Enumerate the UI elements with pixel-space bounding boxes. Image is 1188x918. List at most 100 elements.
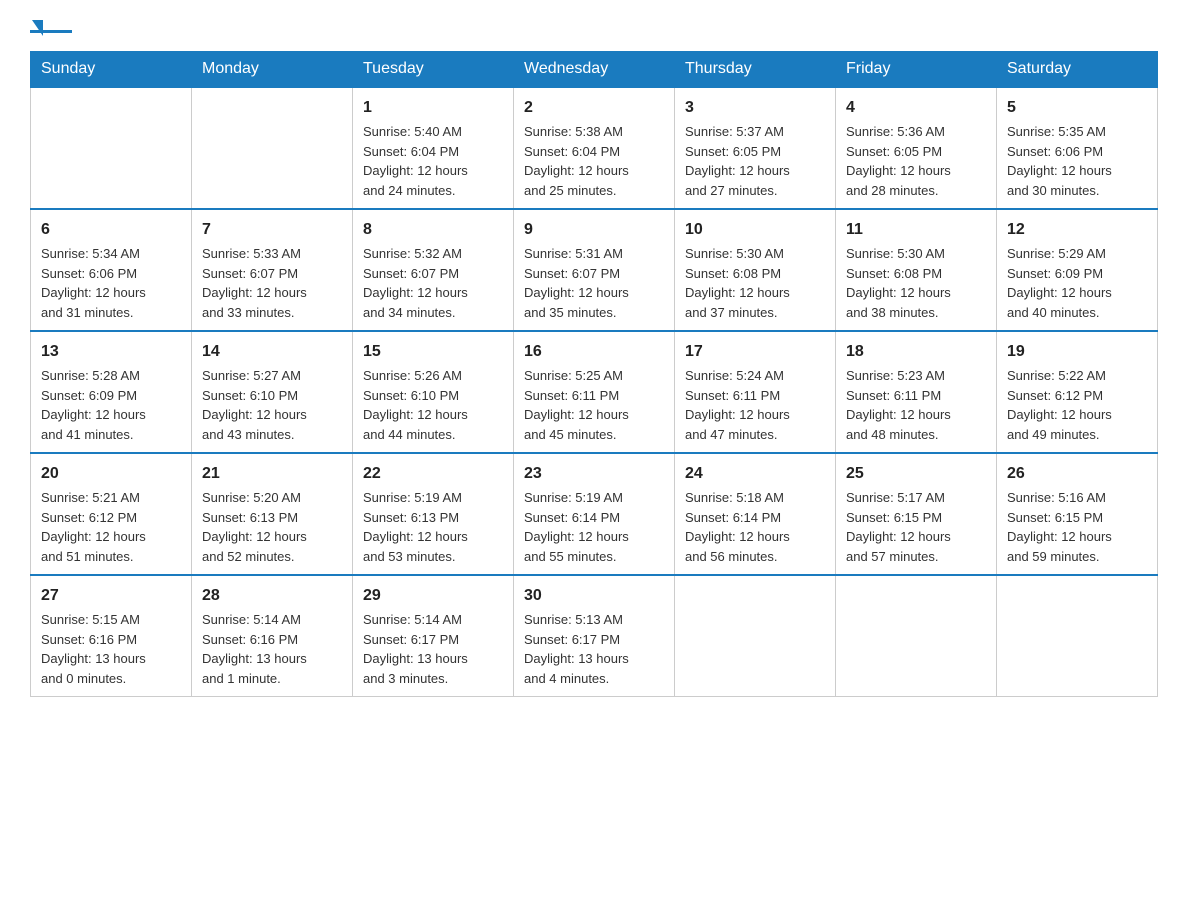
day-number: 14 <box>202 340 342 364</box>
day-info-line: and 49 minutes. <box>1007 425 1147 445</box>
day-info-line: Daylight: 12 hours <box>363 405 503 425</box>
day-info-line: and 47 minutes. <box>685 425 825 445</box>
day-info-line: Daylight: 13 hours <box>524 649 664 669</box>
day-number: 9 <box>524 218 664 242</box>
day-number: 1 <box>363 96 503 120</box>
day-info-line: Sunset: 6:06 PM <box>1007 142 1147 162</box>
day-info-line: Sunset: 6:16 PM <box>202 630 342 650</box>
day-info-line: Sunrise: 5:13 AM <box>524 610 664 630</box>
day-info-line: Sunset: 6:10 PM <box>202 386 342 406</box>
calendar-cell: 14Sunrise: 5:27 AMSunset: 6:10 PMDayligh… <box>192 331 353 453</box>
day-info-line: Sunset: 6:05 PM <box>685 142 825 162</box>
day-info-line: and 57 minutes. <box>846 547 986 567</box>
calendar-cell: 7Sunrise: 5:33 AMSunset: 6:07 PMDaylight… <box>192 209 353 331</box>
day-info-line: Sunrise: 5:30 AM <box>685 244 825 264</box>
day-info-line: Sunset: 6:10 PM <box>363 386 503 406</box>
day-info-line: Daylight: 12 hours <box>524 283 664 303</box>
day-number: 30 <box>524 584 664 608</box>
day-info-line: Sunset: 6:14 PM <box>685 508 825 528</box>
day-info-line: Sunset: 6:07 PM <box>363 264 503 284</box>
day-info-line: Sunrise: 5:40 AM <box>363 122 503 142</box>
day-info-line: Sunrise: 5:18 AM <box>685 488 825 508</box>
day-info-line: Daylight: 12 hours <box>41 527 181 547</box>
day-info-line: Sunset: 6:07 PM <box>202 264 342 284</box>
day-number: 26 <box>1007 462 1147 486</box>
day-info-line: and 56 minutes. <box>685 547 825 567</box>
week-row-4: 20Sunrise: 5:21 AMSunset: 6:12 PMDayligh… <box>31 453 1158 575</box>
day-info-line: Sunset: 6:12 PM <box>41 508 181 528</box>
day-number: 23 <box>524 462 664 486</box>
day-info-line: Sunrise: 5:27 AM <box>202 366 342 386</box>
calendar-cell: 30Sunrise: 5:13 AMSunset: 6:17 PMDayligh… <box>514 575 675 697</box>
day-info-line: and 44 minutes. <box>363 425 503 445</box>
day-info-line: Daylight: 12 hours <box>846 283 986 303</box>
header-saturday: Saturday <box>997 52 1158 88</box>
day-info-line: Daylight: 12 hours <box>1007 283 1147 303</box>
day-info-line: and 43 minutes. <box>202 425 342 445</box>
header-thursday: Thursday <box>675 52 836 88</box>
day-info-line: Sunset: 6:06 PM <box>41 264 181 284</box>
day-number: 29 <box>363 584 503 608</box>
day-info-line: Sunset: 6:17 PM <box>363 630 503 650</box>
day-info-line: Sunrise: 5:38 AM <box>524 122 664 142</box>
logo <box>30 20 74 33</box>
day-number: 27 <box>41 584 181 608</box>
day-info-line: Sunrise: 5:36 AM <box>846 122 986 142</box>
calendar-cell <box>675 575 836 697</box>
day-info-line: Daylight: 12 hours <box>524 405 664 425</box>
day-info-line: and 35 minutes. <box>524 303 664 323</box>
day-number: 8 <box>363 218 503 242</box>
day-info-line: Daylight: 13 hours <box>363 649 503 669</box>
day-info-line: and 25 minutes. <box>524 181 664 201</box>
day-info-line: Daylight: 13 hours <box>202 649 342 669</box>
calendar-cell: 19Sunrise: 5:22 AMSunset: 6:12 PMDayligh… <box>997 331 1158 453</box>
day-info-line: Sunrise: 5:34 AM <box>41 244 181 264</box>
day-info-line: Daylight: 12 hours <box>41 405 181 425</box>
logo-triangle-icon <box>32 20 43 36</box>
day-info-line: Sunset: 6:05 PM <box>846 142 986 162</box>
day-info-line: Sunrise: 5:33 AM <box>202 244 342 264</box>
day-info-line: and 45 minutes. <box>524 425 664 445</box>
calendar-cell: 20Sunrise: 5:21 AMSunset: 6:12 PMDayligh… <box>31 453 192 575</box>
page-header <box>30 20 1158 33</box>
logo-line <box>30 30 72 33</box>
day-info-line: Daylight: 12 hours <box>202 405 342 425</box>
calendar-cell: 16Sunrise: 5:25 AMSunset: 6:11 PMDayligh… <box>514 331 675 453</box>
day-info-line: and 31 minutes. <box>41 303 181 323</box>
day-info-line: Sunset: 6:11 PM <box>524 386 664 406</box>
calendar-cell: 5Sunrise: 5:35 AMSunset: 6:06 PMDaylight… <box>997 87 1158 209</box>
header-wednesday: Wednesday <box>514 52 675 88</box>
calendar-cell <box>31 87 192 209</box>
calendar-cell <box>836 575 997 697</box>
day-info-line: Sunset: 6:16 PM <box>41 630 181 650</box>
day-info-line: and 38 minutes. <box>846 303 986 323</box>
day-info-line: Sunset: 6:11 PM <box>685 386 825 406</box>
week-row-2: 6Sunrise: 5:34 AMSunset: 6:06 PMDaylight… <box>31 209 1158 331</box>
calendar-cell: 15Sunrise: 5:26 AMSunset: 6:10 PMDayligh… <box>353 331 514 453</box>
day-info-line: and 48 minutes. <box>846 425 986 445</box>
day-info-line: Sunrise: 5:25 AM <box>524 366 664 386</box>
day-info-line: Sunrise: 5:30 AM <box>846 244 986 264</box>
day-number: 22 <box>363 462 503 486</box>
day-info-line: and 37 minutes. <box>685 303 825 323</box>
day-info-line: Sunrise: 5:19 AM <box>524 488 664 508</box>
day-number: 12 <box>1007 218 1147 242</box>
day-info-line: Sunset: 6:13 PM <box>202 508 342 528</box>
day-info-line: Daylight: 12 hours <box>846 527 986 547</box>
day-info-line: Sunset: 6:04 PM <box>524 142 664 162</box>
day-info-line: and 3 minutes. <box>363 669 503 689</box>
day-number: 3 <box>685 96 825 120</box>
day-info-line: Daylight: 12 hours <box>363 283 503 303</box>
day-info-line: Sunset: 6:11 PM <box>846 386 986 406</box>
day-info-line: Daylight: 12 hours <box>685 161 825 181</box>
day-info-line: Sunrise: 5:31 AM <box>524 244 664 264</box>
day-info-line: and 51 minutes. <box>41 547 181 567</box>
day-info-line: and 1 minute. <box>202 669 342 689</box>
day-info-line: and 55 minutes. <box>524 547 664 567</box>
day-info-line: Daylight: 12 hours <box>363 161 503 181</box>
calendar-cell: 24Sunrise: 5:18 AMSunset: 6:14 PMDayligh… <box>675 453 836 575</box>
calendar-cell: 12Sunrise: 5:29 AMSunset: 6:09 PMDayligh… <box>997 209 1158 331</box>
day-number: 25 <box>846 462 986 486</box>
day-info-line: Sunrise: 5:37 AM <box>685 122 825 142</box>
week-row-1: 1Sunrise: 5:40 AM Sunset: 6:04 PM Daylight… <box>31 87 1158 209</box>
